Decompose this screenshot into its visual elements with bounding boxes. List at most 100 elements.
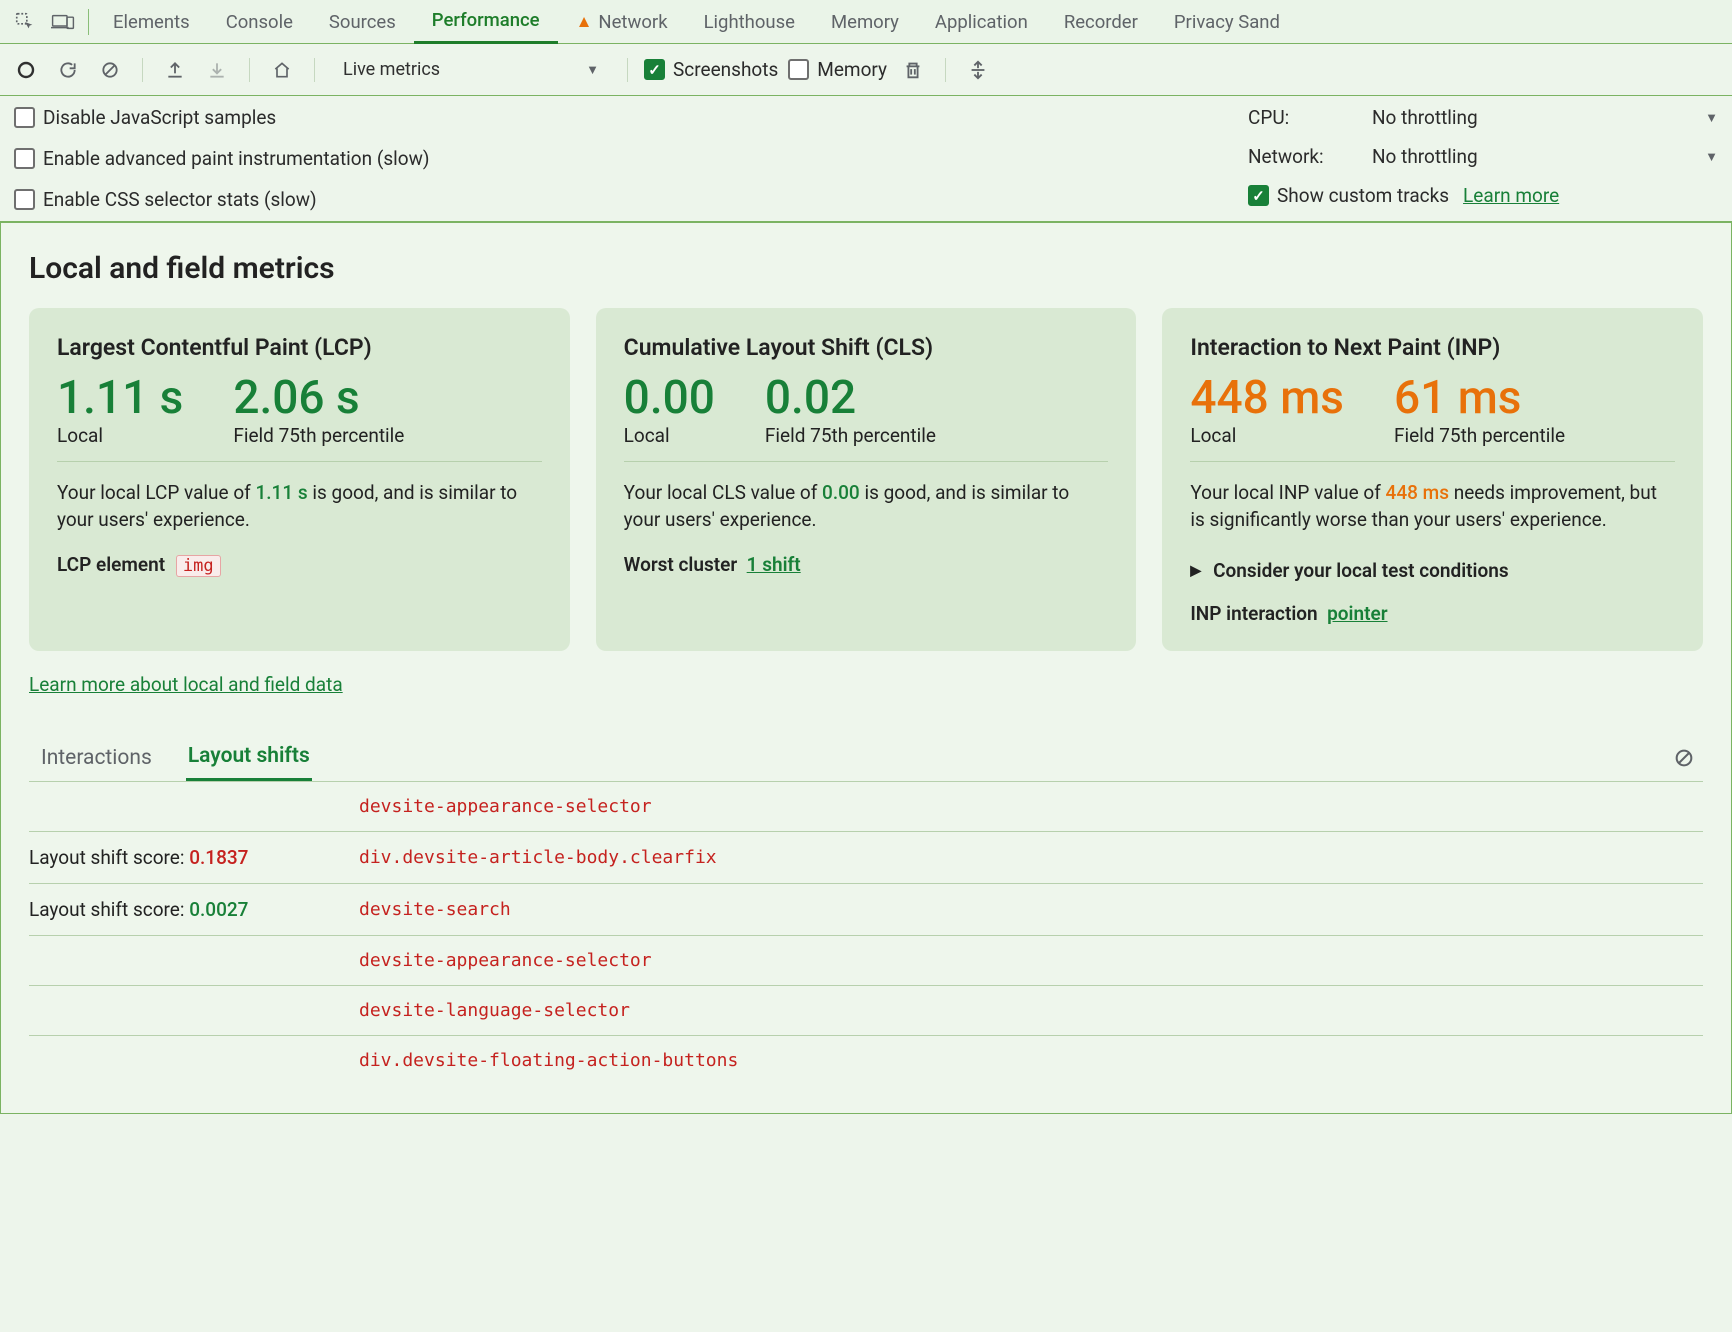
inp-expand-label: Consider your local test conditions [1213,559,1508,582]
shortcuts-icon[interactable] [962,54,994,86]
inspect-icon[interactable] [8,5,42,39]
cls-description: Your local CLS value of 0.00 is good, an… [624,480,1109,533]
lcp-element-label: LCP element [57,553,165,576]
checked-icon: ✓ [1248,185,1269,206]
divider [57,461,542,462]
shift-node[interactable]: devsite-search [359,899,511,920]
divider [142,58,143,82]
shift-row[interactable]: devsite-language-selector [29,986,1703,1036]
lcp-field-label: Field 75th percentile [233,424,404,447]
lcp-local-label: Local [57,424,183,447]
cls-worst-label: Worst cluster [624,553,738,576]
cls-title: Cumulative Layout Shift (CLS) [624,334,1109,361]
home-icon[interactable] [266,54,298,86]
tab-recorder[interactable]: Recorder [1046,0,1156,44]
cls-worst-link[interactable]: 1 shift [747,553,801,576]
tab-sources[interactable]: Sources [311,0,414,44]
network-label: Network: [1248,145,1358,168]
advanced-paint-checkbox[interactable]: Enable advanced paint instrumentation (s… [14,147,1248,170]
shift-node[interactable]: devsite-appearance-selector [359,950,652,971]
screenshots-label: Screenshots [673,58,778,81]
layout-shift-table: devsite-appearance-selector Layout shift… [29,782,1703,1085]
advanced-paint-label: Enable advanced paint instrumentation (s… [43,147,430,170]
inp-interaction-label: INP interaction [1190,602,1317,625]
tab-performance[interactable]: Performance [414,0,558,44]
shift-node[interactable]: div.devsite-floating-action-buttons [359,1050,738,1071]
custom-tracks-label: Show custom tracks [1277,184,1449,207]
live-metrics-panel: Local and field metrics Largest Contentf… [0,222,1732,1114]
memory-checkbox[interactable]: Memory [788,58,887,81]
disable-js-checkbox[interactable]: Disable JavaScript samples [14,106,1248,129]
perf-settings: Disable JavaScript samples Enable advanc… [0,96,1732,222]
learn-field-data-link[interactable]: Learn more about local and field data [29,673,343,696]
cls-local-label: Local [624,424,715,447]
inp-local-value: 448 ms [1190,375,1344,421]
shift-node[interactable]: devsite-appearance-selector [359,796,652,817]
shift-score-value: 0.1837 [189,846,248,869]
shift-node[interactable]: div.devsite-article-body.clearfix [359,847,717,868]
shift-row[interactable]: Layout shift score: 0.0027 devsite-searc… [29,884,1703,936]
checked-icon: ✓ [644,59,665,80]
chevron-down-icon: ▼ [1705,149,1718,165]
devtools-tabbar: Elements Console Sources Performance ▲ N… [0,0,1732,44]
dropdown-value: Live metrics [343,59,440,80]
chevron-down-icon: ▼ [586,62,599,78]
upload-icon[interactable] [159,54,191,86]
network-throttling-select[interactable]: No throttling ▼ [1372,145,1718,168]
warning-icon: ▲ [576,12,593,32]
reload-record-icon[interactable] [52,54,84,86]
inp-interaction-row: INP interaction pointer [1190,602,1675,625]
tab-privacy[interactable]: Privacy Sand [1156,0,1298,44]
tab-elements[interactable]: Elements [95,0,208,44]
inp-local-label: Local [1190,424,1344,447]
shift-row[interactable]: div.devsite-floating-action-buttons [29,1036,1703,1085]
lcp-element-row: LCP element img [57,553,542,577]
tab-lighthouse[interactable]: Lighthouse [686,0,813,44]
learn-more-link[interactable]: Learn more [1463,184,1559,207]
css-stats-checkbox[interactable]: Enable CSS selector stats (slow) [14,188,1248,211]
triangle-right-icon: ▶ [1190,563,1201,579]
inp-description: Your local INP value of 448 ms needs imp… [1190,480,1675,533]
lcp-description: Your local LCP value of 1.11 s is good, … [57,480,542,533]
network-value: No throttling [1372,145,1478,168]
tab-interactions[interactable]: Interactions [39,736,154,780]
lcp-element-tag[interactable]: img [176,555,221,577]
perf-history-dropdown[interactable]: Live metrics ▼ [331,53,611,87]
divider [624,461,1109,462]
gc-icon[interactable] [897,54,929,86]
lcp-field-value: 2.06 s [233,375,404,421]
tab-network[interactable]: ▲ Network [558,0,686,44]
shift-row[interactable]: devsite-appearance-selector [29,936,1703,986]
shift-row[interactable]: devsite-appearance-selector [29,782,1703,832]
divider [627,58,628,82]
inp-interaction-link[interactable]: pointer [1327,602,1387,625]
cls-worst-row: Worst cluster 1 shift [624,553,1109,576]
divider [1190,461,1675,462]
divider [249,58,250,82]
tab-application[interactable]: Application [917,0,1046,44]
shift-score-label: Layout shift score: [29,898,189,921]
download-icon[interactable] [201,54,233,86]
screenshots-checkbox[interactable]: ✓ Screenshots [644,58,778,81]
cpu-label: CPU: [1248,106,1358,129]
chevron-down-icon: ▼ [1705,110,1718,126]
clear-icon[interactable] [94,54,126,86]
cpu-throttling-select[interactable]: No throttling ▼ [1372,106,1718,129]
tab-memory[interactable]: Memory [813,0,917,44]
tab-console[interactable]: Console [208,0,311,44]
divider [88,9,89,35]
device-toolbar-icon[interactable] [46,5,80,39]
shift-node[interactable]: devsite-language-selector [359,1000,630,1021]
unchecked-icon [788,59,809,80]
inp-expand-conditions[interactable]: ▶ Consider your local test conditions [1190,559,1675,582]
shift-row[interactable]: Layout shift score: 0.1837 div.devsite-a… [29,832,1703,884]
record-icon[interactable] [10,54,42,86]
clear-log-icon[interactable] [1673,747,1695,769]
unchecked-icon [14,107,35,128]
unchecked-icon [14,189,35,210]
custom-tracks-checkbox[interactable]: ✓ Show custom tracks [1248,184,1449,207]
perf-toolbar: Live metrics ▼ ✓ Screenshots Memory [0,44,1732,96]
log-tabs: Interactions Layout shifts [29,734,1703,782]
cls-field-value: 0.02 [765,375,936,421]
tab-layout-shifts[interactable]: Layout shifts [186,734,312,781]
